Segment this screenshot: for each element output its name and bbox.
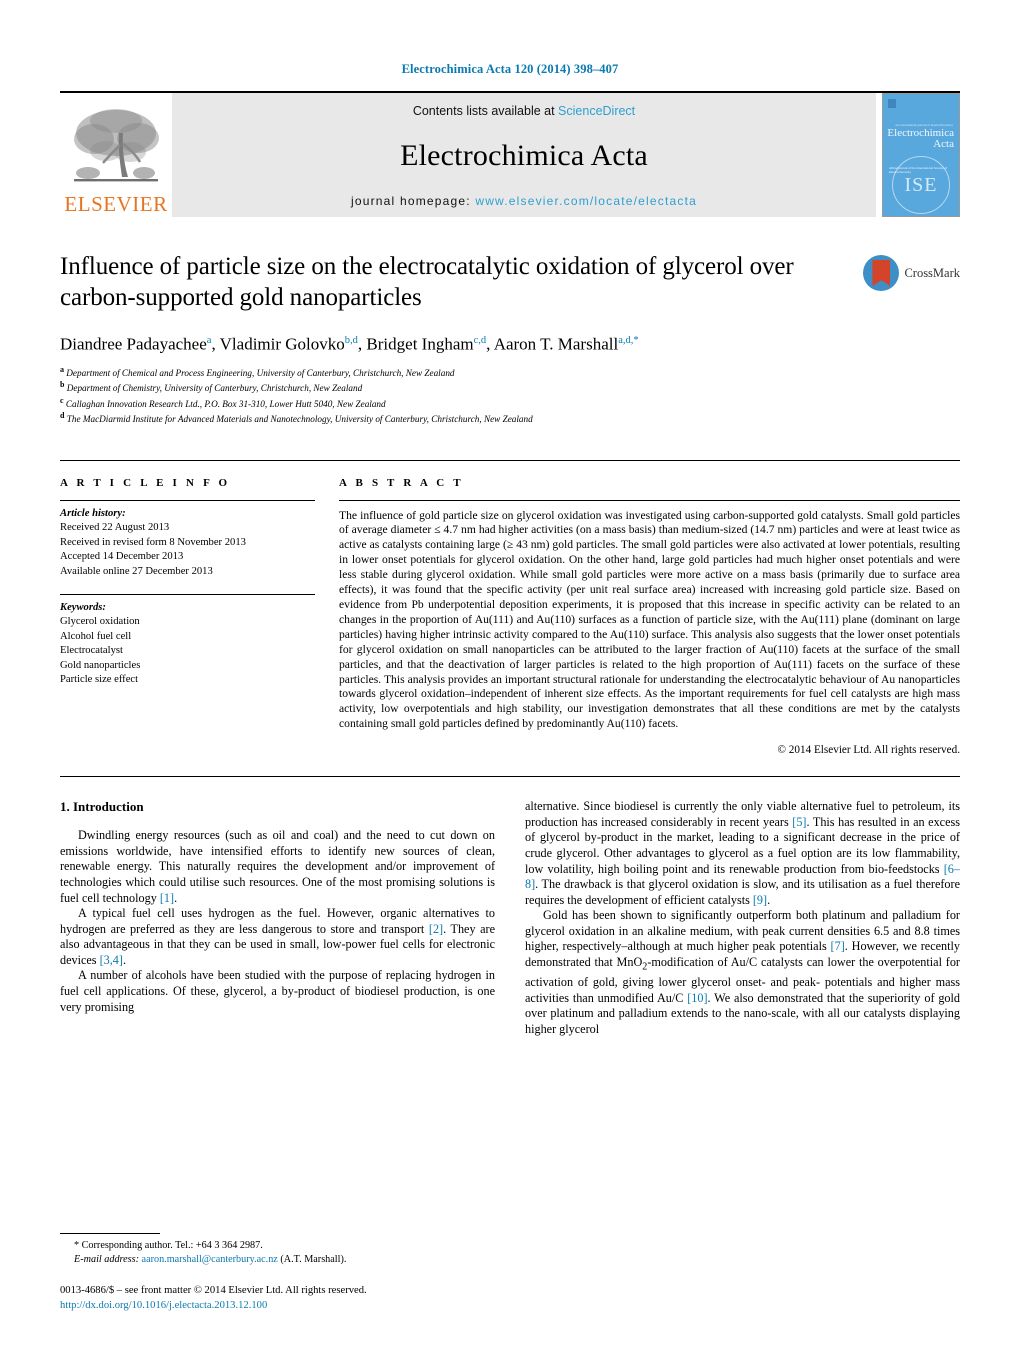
crossmark-badge[interactable]: CrossMark <box>863 251 960 291</box>
elsevier-tree-icon <box>74 109 159 182</box>
citation-link[interactable]: [5] <box>792 815 806 829</box>
affiliation-item: b Department of Chemistry, University of… <box>60 380 363 394</box>
article-history-item: Accepted 14 December 2013 <box>60 551 184 563</box>
cover-title: Electrochimica Acta <box>887 128 954 150</box>
issn-block: 0013-4686/$ – see front matter © 2014 El… <box>60 1284 480 1313</box>
affiliation-item: a Department of Chemical and Process Eng… <box>60 364 455 378</box>
author-name: Aaron T. Marshall <box>493 334 619 354</box>
journal-band: Contents lists available at ScienceDirec… <box>172 93 876 217</box>
footnote-rule <box>60 1233 160 1234</box>
affiliation-list: a Department of Chemical and Process Eng… <box>60 364 960 426</box>
keyword-item: Particle size effect <box>60 674 139 686</box>
abstract-text: The influence of gold particle size on g… <box>339 508 960 731</box>
author-affiliation-marker: a <box>206 335 212 346</box>
corresponding-author-note: * Corresponding author. Tel.: +64 3 364 … <box>74 1240 263 1251</box>
issn-line: 0013-4686/$ – see front matter © 2014 El… <box>60 1285 367 1297</box>
body-paragraph: Dwindling energy resources (such as oil … <box>60 828 495 905</box>
citation-link[interactable]: [2] <box>429 922 443 936</box>
article-history-block: Article history: Received 22 August 2013… <box>60 501 315 580</box>
abstract-column: A B S T R A C T The influence of gold pa… <box>335 461 961 757</box>
author-affiliation-marker: c,d <box>473 335 487 346</box>
article-info-column: A R T I C L E I N F O Article history: R… <box>60 461 335 757</box>
author-list: Diandree Padayacheea, Vladimir Golovkob,… <box>60 334 639 354</box>
journal-title: Electrochimica Acta <box>400 139 648 172</box>
affiliation-item: c Callaghan Innovation Research Ltd., P.… <box>60 395 386 409</box>
elsevier-wordmark: ELSEVIER <box>64 192 168 216</box>
citation-link[interactable]: [1] <box>160 891 174 905</box>
citation-link[interactable]: [10] <box>687 991 707 1005</box>
body-separator-rule <box>60 776 960 778</box>
citation-link[interactable]: [6–8] <box>525 862 960 892</box>
keywords-label: Keywords: <box>60 601 106 613</box>
affiliation-marker: c <box>60 395 64 405</box>
email-label: E-mail address: <box>74 1253 139 1265</box>
crossmark-label: CrossMark <box>904 265 960 280</box>
affiliation-marker: a <box>60 364 64 374</box>
body-paragraph: alternative. Since biodiesel is currentl… <box>525 799 960 907</box>
body-column-left: 1. Introduction Dwindling energy resourc… <box>60 799 495 1037</box>
elsevier-logo: ELSEVIER <box>60 93 172 217</box>
author-name: Bridget Ingham <box>366 334 474 354</box>
journal-cover-thumbnail: an international journal of electrochemi… <box>882 93 960 217</box>
abstract-heading: A B S T R A C T <box>339 476 464 489</box>
title-area: Influence of particle size on the electr… <box>60 251 960 313</box>
email-suffix: (A.T. Marshall). <box>277 1253 347 1265</box>
cover-title-line2: Acta <box>933 138 954 150</box>
citation-link[interactable]: [9] <box>753 893 767 907</box>
citation-link[interactable]: [3,4] <box>100 953 123 967</box>
affiliation-marker: d <box>60 411 65 421</box>
journal-homepage-link[interactable]: www.elsevier.com/locate/electacta <box>475 194 697 208</box>
section-heading-introduction: 1. Introduction <box>60 799 144 815</box>
citation-link[interactable]: [7] <box>831 939 845 953</box>
email-link[interactable]: aaron.marshall@canterbury.ac.nz <box>142 1254 278 1265</box>
homepage-prefix: journal homepage: <box>350 194 476 208</box>
cover-corner-mark <box>888 99 896 108</box>
author-name: Vladimir Golovko <box>219 334 345 354</box>
article-history-item: Received in revised form 8 November 2013 <box>60 536 246 548</box>
body-paragraph: A number of alcohols have been studied w… <box>60 968 495 1014</box>
article-history-item: Available online 27 December 2013 <box>60 565 213 577</box>
keyword-item: Gold nanoparticles <box>60 659 141 671</box>
page-title: Influence of particle size on the electr… <box>60 253 794 311</box>
keyword-item: Alcohol fuel cell <box>60 630 132 642</box>
right-paragraphs: alternative. Since biodiesel is currentl… <box>525 799 960 1037</box>
contents-prefix: Contents lists available at <box>412 104 559 118</box>
contents-available-line: Contents lists available at ScienceDirec… <box>413 104 635 118</box>
body-paragraph: A typical fuel cell uses hydrogen as the… <box>60 906 495 967</box>
info-abstract-block: A R T I C L E I N F O Article history: R… <box>60 459 961 757</box>
author-affiliation-marker: a,d,* <box>618 335 639 346</box>
running-head: Electrochimica Acta 120 (2014) 398–407 <box>401 62 619 76</box>
body-paragraph: Gold has been shown to significantly out… <box>525 908 960 1036</box>
keyword-item: Electrocatalyst <box>60 645 123 657</box>
article-page: Electrochimica Acta 120 (2014) 398–407 E… <box>0 0 1020 1351</box>
keyword-items: Glycerol oxidation Alcohol fuel cell Elect… <box>60 615 315 688</box>
ise-seal-icon: ISE <box>892 156 950 214</box>
doi-link[interactable]: http://dx.doi.org/10.1016/j.electacta.20… <box>60 1299 480 1313</box>
keywords-block: Keywords: Glycerol oxidation Alcohol fuel… <box>60 595 315 689</box>
left-paragraphs: Dwindling energy resources (such as oil … <box>60 828 495 1015</box>
footnote-area: * Corresponding author. Tel.: +64 3 364 … <box>60 1233 480 1313</box>
article-history-items: Received 22 August 2013 Received in revis… <box>60 521 315 579</box>
body-columns: 1. Introduction Dwindling energy resourc… <box>60 799 960 1037</box>
email-note: E-mail address: aaron.marshall@canterbur… <box>60 1253 480 1267</box>
article-history-label: Article history: <box>60 507 126 519</box>
journal-masthead: ELSEVIER Contents lists available at Sci… <box>60 91 960 217</box>
journal-homepage-line: journal homepage: www.elsevier.com/locat… <box>351 194 697 208</box>
copyright-line: © 2014 Elsevier Ltd. All rights reserved… <box>777 744 961 757</box>
article-history-item: Received 22 August 2013 <box>60 522 170 534</box>
body-column-right: alternative. Since biodiesel is currentl… <box>525 799 960 1037</box>
affiliation-marker: b <box>60 380 65 390</box>
author-affiliation-marker: b,d <box>344 335 358 346</box>
sciencedirect-link[interactable]: ScienceDirect <box>558 104 635 118</box>
author-name: Diandree Padayachee <box>60 334 207 354</box>
article-info-heading: A R T I C L E I N F O <box>60 476 231 489</box>
keyword-item: Glycerol oxidation <box>60 616 140 628</box>
crossmark-icon <box>863 255 900 291</box>
title-left: Influence of particle size on the electr… <box>60 251 863 313</box>
affiliation-item: d The MacDiarmid Institute for Advanced … <box>60 411 533 425</box>
